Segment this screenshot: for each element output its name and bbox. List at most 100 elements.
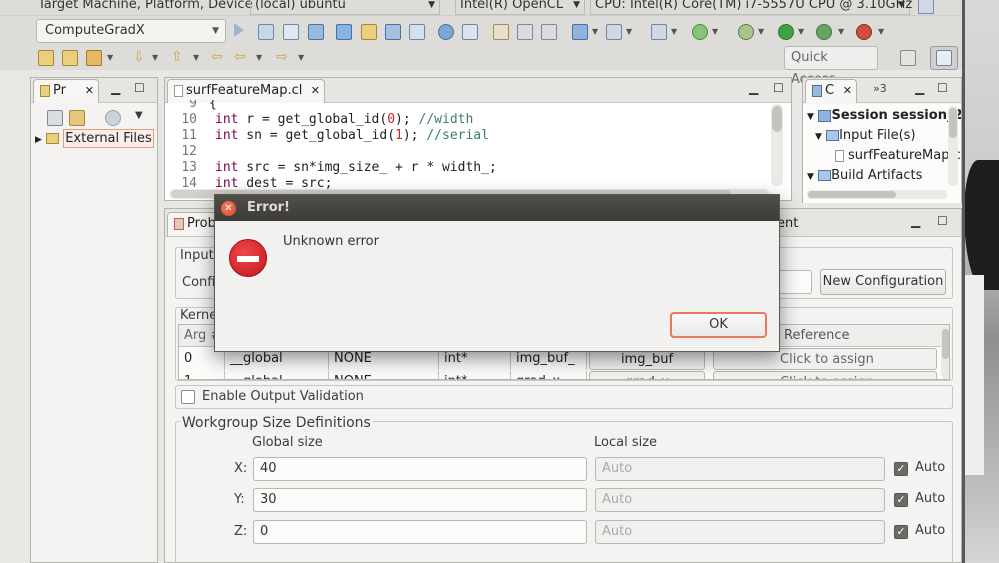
dropdown-arrow-icon[interactable]: ▼ [838, 27, 844, 36]
edit-folder-icon[interactable] [62, 50, 78, 66]
perspective-button[interactable] [930, 46, 958, 70]
dropdown-arrow-icon[interactable]: ▼ [758, 27, 764, 36]
tree-item-build-artifacts[interactable]: ▼ Build Artifacts [807, 168, 922, 183]
expand-arrow-icon[interactable]: ▼ [807, 112, 814, 122]
auto-x-checkbox[interactable]: ✓ [894, 462, 908, 476]
device-combo[interactable]: CPU: Intel(R) Core(TM) i7-5557U CPU @ 3.… [590, 0, 912, 15]
view-menu-icon[interactable]: ▼ [135, 110, 143, 121]
maximize-icon[interactable]: ☐ [937, 214, 948, 228]
ok-button[interactable]: OK [670, 312, 767, 338]
quick-access-input[interactable]: Quick Access [784, 46, 878, 87]
code-editor[interactable]: 9{ 10 int r = get_global_id(0); //width 1… [165, 100, 765, 190]
close-icon[interactable]: ✕ [221, 201, 236, 216]
kernel-combo[interactable]: ComputeGradX ▼ [36, 19, 226, 43]
run-config-icon[interactable] [816, 24, 832, 40]
dropdown-arrow-icon[interactable]: ▼ [592, 27, 598, 36]
dropdown-arrow-icon[interactable]: ▼ [878, 27, 884, 36]
scrollbar-thumb[interactable] [949, 108, 957, 138]
settings-icon[interactable] [438, 24, 454, 40]
enable-validation-checkbox[interactable] [181, 390, 195, 404]
local-size-z-input[interactable]: Auto [595, 520, 885, 544]
minimize-icon[interactable]: ▁ [111, 81, 120, 95]
tree-item-external-files[interactable]: ▶ External Files [35, 129, 154, 148]
tree-item-session[interactable]: ▼ Session session_2 [807, 108, 961, 123]
folder-open-icon[interactable] [361, 24, 377, 40]
table-row[interactable]: 1 __global NONE int* grad_x grad_x Click… [179, 371, 949, 379]
deploy-icon[interactable] [572, 24, 588, 40]
bracket-icon[interactable] [493, 24, 509, 40]
tab-project-explorer[interactable]: Pr ✕ [33, 79, 99, 103]
tree-item-file[interactable]: surfFeatureMap.c [835, 148, 961, 163]
cube-icon[interactable] [308, 24, 324, 40]
filter-icon[interactable] [105, 110, 121, 126]
tab-analyze-label[interactable]: ent [777, 216, 798, 231]
dropdown-arrow-icon[interactable]: ▼ [193, 53, 199, 62]
global-size-y-input[interactable]: 30 [253, 488, 587, 512]
maximize-icon[interactable]: ☐ [773, 81, 784, 95]
link-editor-icon[interactable] [69, 110, 85, 126]
forward-icon[interactable]: ⇨ [276, 49, 288, 65]
page-icon[interactable] [541, 24, 557, 40]
build-icon[interactable] [258, 24, 274, 40]
machine-combo[interactable]: (local) ubuntu ▼ [250, 0, 440, 15]
expand-arrow-icon[interactable]: ▼ [815, 132, 822, 142]
minimize-icon[interactable]: ▁ [911, 214, 920, 228]
run-icon[interactable] [778, 24, 794, 40]
expand-arrow-icon[interactable]: ▶ [35, 135, 42, 145]
close-icon[interactable]: ✕ [843, 80, 852, 102]
maximize-icon[interactable]: ☐ [134, 81, 145, 95]
dropdown-arrow-icon[interactable]: ▼ [798, 27, 804, 36]
editor-vertical-scrollbar[interactable] [771, 104, 783, 186]
platform-combo[interactable]: Intel(R) OpenCL ▼ [455, 0, 585, 15]
debug-icon[interactable] [918, 0, 934, 14]
scrollbar-thumb[interactable] [772, 106, 782, 132]
dropdown-arrow-icon[interactable]: ▼ [712, 27, 718, 36]
local-size-x-input[interactable]: Auto [595, 457, 885, 481]
auto-y-checkbox[interactable]: ✓ [894, 493, 908, 507]
grid-vertical-scrollbar[interactable] [941, 327, 949, 379]
maximize-icon[interactable]: ☐ [937, 81, 948, 95]
dropdown-arrow-icon[interactable]: ▼ [626, 27, 632, 36]
dropdown-arrow-icon[interactable]: ▼ [671, 27, 677, 36]
scrollbar-thumb[interactable] [808, 191, 896, 198]
tree-horizontal-scrollbar[interactable] [807, 190, 947, 199]
analyze-icon[interactable] [606, 24, 622, 40]
more-tabs-button[interactable]: »3 [873, 82, 887, 95]
tab-code-builder[interactable]: C ✕ [805, 79, 857, 103]
minimize-icon[interactable]: ▁ [915, 81, 924, 95]
last-edit-icon[interactable]: ⇦ [211, 49, 223, 65]
session-icon[interactable] [336, 24, 352, 40]
prev-annotation-icon[interactable]: ⇧ [171, 49, 183, 65]
dropdown-arrow-icon[interactable]: ▼ [152, 53, 158, 62]
back-icon[interactable]: ⇦ [234, 49, 246, 65]
close-icon[interactable]: ✕ [85, 80, 94, 102]
expand-arrow-icon[interactable]: ▼ [807, 172, 814, 182]
refresh-icon[interactable] [692, 24, 708, 40]
global-size-x-input[interactable]: 40 [253, 457, 587, 481]
local-size-y-input[interactable]: Auto [595, 488, 885, 512]
auto-z-checkbox[interactable]: ✓ [894, 525, 908, 539]
run-kernel-icon[interactable] [234, 23, 244, 37]
list-icon[interactable] [462, 24, 478, 40]
dropdown-arrow-icon[interactable]: ▼ [298, 53, 304, 62]
dropdown-arrow-icon[interactable]: ▼ [107, 53, 113, 62]
open-perspective-icon[interactable] [900, 50, 916, 66]
reference-button[interactable]: Click to assign [713, 371, 937, 379]
open-folder-icon[interactable] [38, 50, 54, 66]
global-size-z-input[interactable]: 0 [253, 520, 587, 544]
page-icon[interactable] [517, 24, 533, 40]
minimize-icon[interactable]: ▁ [749, 81, 758, 95]
value-button[interactable]: grad_x [589, 371, 705, 379]
bug-icon[interactable] [738, 24, 754, 40]
stop-icon[interactable] [856, 24, 872, 40]
dropdown-arrow-icon[interactable]: ▼ [256, 53, 262, 62]
next-annotation-icon[interactable]: ⇩ [133, 49, 145, 65]
console-icon[interactable] [283, 24, 299, 40]
tree-vertical-scrollbar[interactable] [948, 106, 958, 186]
close-icon[interactable]: ✕ [311, 80, 320, 102]
profile-icon[interactable] [651, 24, 667, 40]
tree-item-input-files[interactable]: ▼ Input File(s) [815, 128, 916, 143]
save-icon[interactable] [385, 24, 401, 40]
new-configuration-button[interactable]: New Configuration [820, 269, 946, 295]
scrollbar-thumb[interactable] [942, 329, 949, 359]
